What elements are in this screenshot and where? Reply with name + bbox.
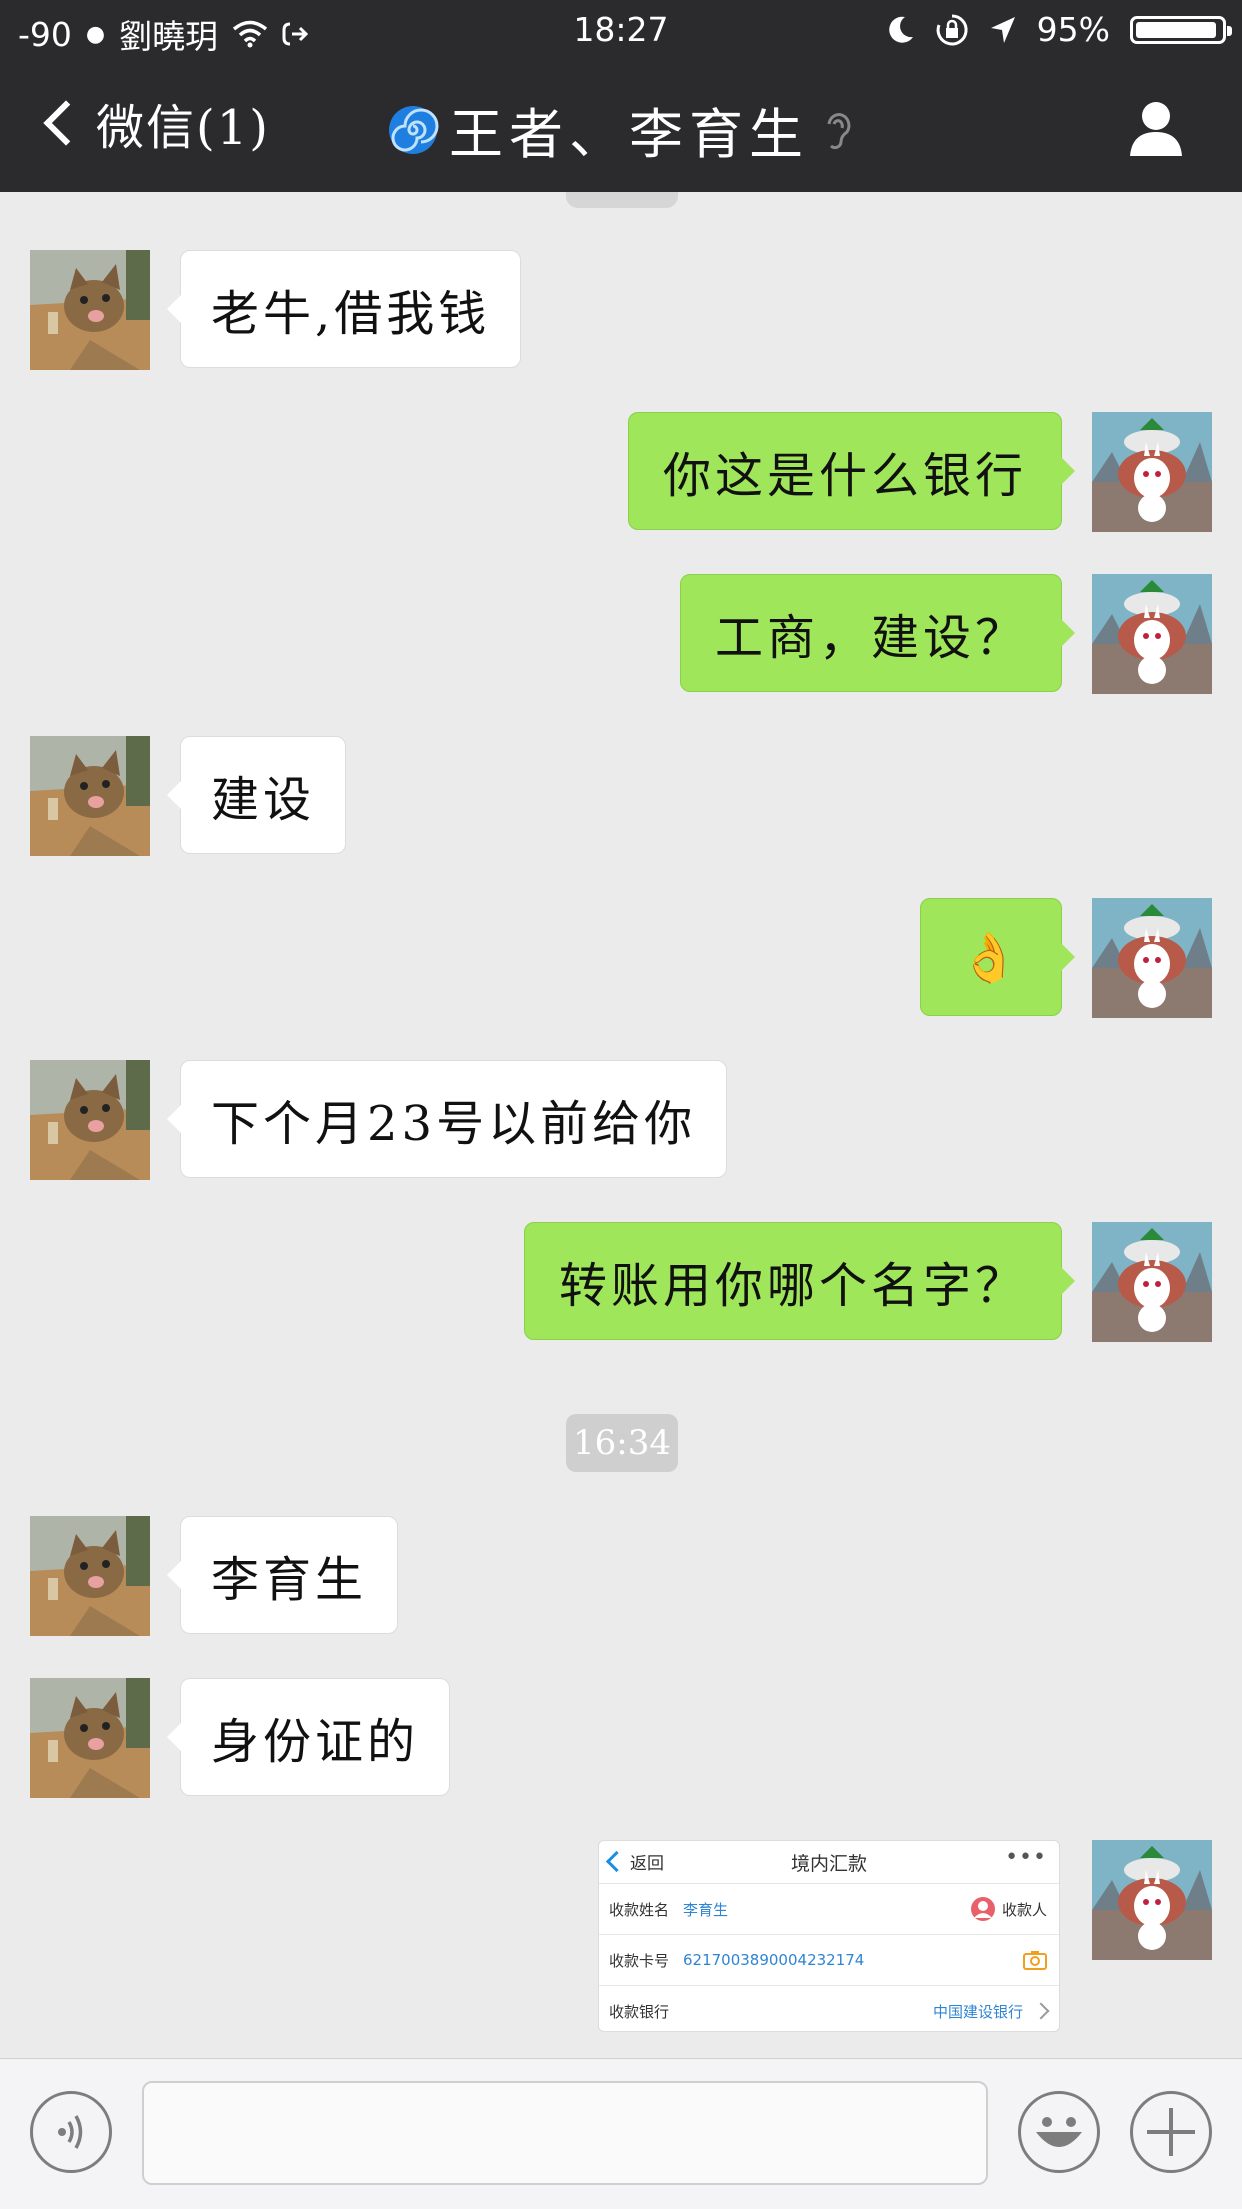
ear-icon[interactable] — [821, 108, 855, 152]
chat-title: 王者、李育生 — [0, 90, 1242, 169]
contact-avatar[interactable] — [30, 736, 150, 856]
screenshot-back: 返回 — [605, 1849, 664, 1874]
incoming-message-bubble[interactable]: 下个月23号以前给你 — [166, 1060, 728, 1178]
input-toolbar — [0, 2058, 1242, 2209]
outgoing-message-bubble[interactable]: 工商，建设？ — [679, 574, 1076, 692]
my-avatar[interactable] — [1092, 1222, 1212, 1342]
voice-button[interactable] — [30, 2091, 112, 2173]
camera-icon — [1023, 1951, 1047, 1970]
row-right-text: 收款人 — [1001, 1900, 1047, 1919]
plus-icon — [1147, 2108, 1195, 2156]
screenshot-title: 境内汇款 — [790, 1852, 867, 1875]
my-avatar[interactable] — [1092, 898, 1212, 1018]
incoming-message-bubble[interactable]: 李育生 — [166, 1516, 399, 1634]
moon-icon — [888, 16, 913, 43]
image-message-transfer-screenshot[interactable]: 返回 境内汇款 ••• 收款姓名 李育生 收款人 收款卡号 6217003890… — [598, 1840, 1060, 2032]
row-label: 收款卡号 — [609, 1951, 670, 1970]
person-icon[interactable] — [1126, 98, 1186, 158]
message-input[interactable] — [142, 2081, 988, 2185]
contact-avatar[interactable] — [30, 1060, 150, 1180]
row-right-text: 中国建设银行 — [932, 2002, 1023, 2021]
screenshot-row-bank: 收款银行 中国建设银行 — [599, 1986, 1059, 2031]
more-dots-icon: ••• — [1005, 1845, 1047, 1870]
row-label: 收款银行 — [609, 2002, 670, 2021]
contact-avatar[interactable] — [30, 1678, 150, 1798]
outgoing-emoji-bubble[interactable]: 👌 — [920, 898, 1075, 1016]
smiley-icon — [1036, 2117, 1082, 2147]
more-button[interactable] — [1130, 2091, 1212, 2173]
time-divider: 16:34 — [566, 1414, 678, 1472]
screenshot-back-label: 返回 — [630, 1854, 664, 1874]
outgoing-message-bubble[interactable]: 你这是什么银行 — [627, 412, 1076, 530]
contact-avatar[interactable] — [30, 1516, 150, 1636]
row-label: 收款姓名 — [609, 1900, 670, 1919]
payee-avatar-icon — [970, 1897, 995, 1921]
screenshot-header: 返回 境内汇款 ••• — [599, 1841, 1059, 1884]
chevron-right-icon — [1032, 2002, 1050, 2020]
status-bar: -90 ● 劉曉玥 18:27 95% — [0, 0, 1242, 62]
spiral-icon — [389, 105, 439, 154]
rotation-lock-icon — [936, 13, 968, 45]
chat-header: 微信(1) 王者、李育生 — [0, 62, 1242, 192]
row-value: 6217003890004232174 — [683, 1951, 865, 1969]
incoming-message-bubble[interactable]: 老牛,借我钱 — [166, 250, 522, 368]
chat-title-text: 王者、李育生 — [449, 103, 809, 166]
outgoing-message-bubble[interactable]: 转账用你哪个名字？ — [523, 1222, 1076, 1340]
chevron-left-icon — [605, 1850, 628, 1873]
incoming-message-bubble[interactable]: 建设 — [166, 736, 347, 854]
emoji-button[interactable] — [1018, 2091, 1100, 2173]
my-avatar[interactable] — [1092, 574, 1212, 694]
message-list[interactable]: 老牛,借我钱 你这是什么银行 工商，建设？ 建设 👌 下个月23号以前给你 转账… — [0, 192, 1242, 2058]
screenshot-row-card: 收款卡号 6217003890004232174 — [599, 1935, 1059, 1986]
battery-percent: 95% — [1036, 10, 1110, 49]
contact-avatar[interactable] — [30, 250, 150, 370]
screenshot-row-name: 收款姓名 李育生 收款人 — [599, 1884, 1059, 1935]
incoming-message-bubble[interactable]: 身份证的 — [166, 1678, 451, 1796]
my-avatar[interactable] — [1092, 1840, 1212, 1960]
battery-icon — [1130, 15, 1232, 44]
location-arrow-icon — [990, 16, 1015, 43]
row-value: 李育生 — [683, 1900, 729, 1919]
scroll-indicator — [566, 192, 678, 208]
my-avatar[interactable] — [1092, 412, 1212, 532]
voice-icon — [58, 2115, 83, 2149]
